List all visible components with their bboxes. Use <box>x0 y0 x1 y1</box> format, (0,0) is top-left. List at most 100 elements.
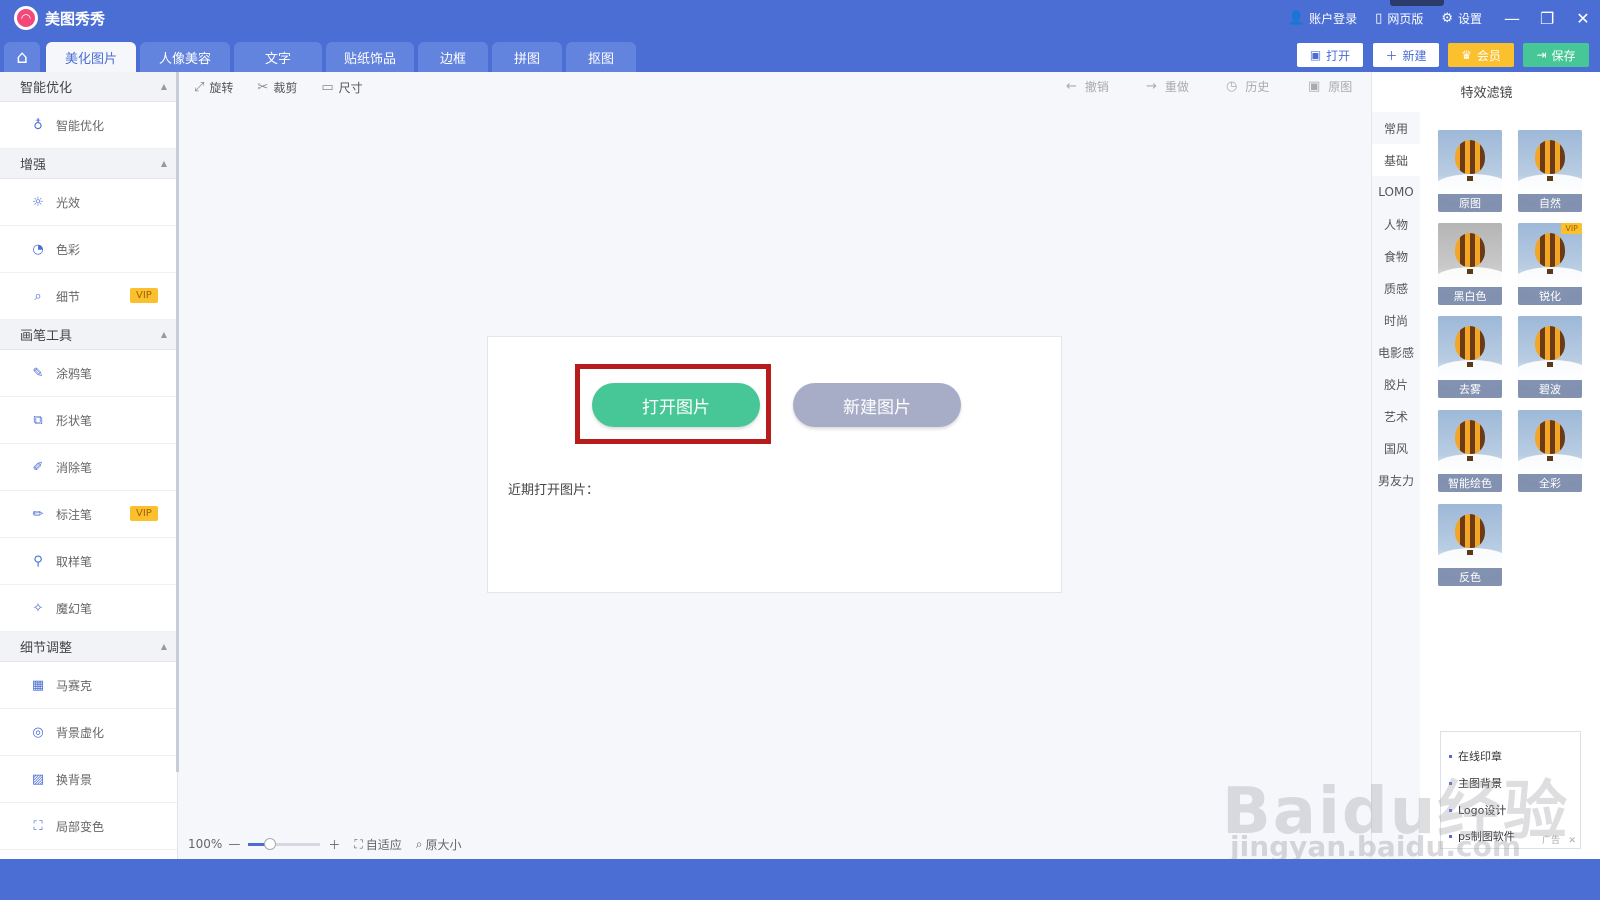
bottom-bar <box>0 859 1600 900</box>
open-button[interactable]: ▣ 打开 <box>1297 43 1363 67</box>
new-image-button[interactable]: 新建图片 <box>793 383 961 427</box>
save-button[interactable]: ⇥ 保存 <box>1523 43 1589 67</box>
filter-thumbnail[interactable]: 智能绘色 <box>1438 410 1502 492</box>
sidebar-item-recolor[interactable]: ⛶ 局部变色 <box>0 803 177 850</box>
close-button[interactable]: ✕ <box>1576 9 1590 28</box>
section-header-enhance[interactable]: 增强 ▲ <box>0 149 177 179</box>
gear-icon: ⚙ <box>1441 10 1453 26</box>
filter-thumbnail[interactable]: 原图 <box>1438 130 1502 212</box>
tab-collage[interactable]: 拼图 <box>492 42 562 72</box>
filter-thumbnail[interactable]: 碧波 <box>1518 316 1582 398</box>
balloon-image <box>1535 140 1565 174</box>
sidebar-item-blur[interactable]: ◎ 背景虚化 <box>0 709 177 756</box>
balloon-image <box>1535 233 1565 267</box>
tab-beautify[interactable]: 美化图片 <box>46 42 136 72</box>
mosaic-icon: ▦ <box>31 677 45 693</box>
sidebar-item-detail[interactable]: ⌕ 细节 VIP <box>0 273 177 320</box>
size-button[interactable]: ▭ 尺寸 <box>321 79 362 96</box>
sidebar-item-doodle[interactable]: ✎ 涂鸦笔 <box>0 350 177 397</box>
filter-category[interactable]: 艺术 <box>1372 400 1420 432</box>
sidebar-item-shape[interactable]: ⧉ 形状笔 <box>0 397 177 444</box>
sidebar-item-light[interactable]: ☼ 光效 <box>0 179 177 226</box>
filter-thumbnail[interactable]: 全彩 <box>1518 410 1582 492</box>
palette-icon: ◔ <box>32 241 44 257</box>
sidebar-item-eraser[interactable]: ✐ 消除笔 <box>0 444 177 491</box>
history-button[interactable]: ◷ 历史 <box>1226 78 1269 95</box>
undo-button[interactable]: ← 撤销 <box>1066 78 1109 95</box>
filter-category[interactable]: 时尚 <box>1372 304 1420 336</box>
sidebar-scrollbar[interactable] <box>176 72 179 772</box>
edit-toolbar: ⤢ 旋转 ✂ 裁剪 ▭ 尺寸 ← 撤销 → 重做 ◷ 历史 ▣ 原图 <box>180 72 1370 102</box>
filter-category[interactable]: 男友力 <box>1372 464 1420 496</box>
magnifier-icon: ⌕ <box>34 288 42 304</box>
background-icon: ▨ <box>31 771 45 787</box>
filter-category[interactable]: 国风 <box>1372 432 1420 464</box>
filter-thumbnail[interactable]: VIP 锐化 <box>1518 223 1582 305</box>
section-header-detail-adjust[interactable]: 细节调整 ▲ <box>0 632 177 662</box>
plus-icon: ＋ <box>1385 48 1398 63</box>
ad-close-icon[interactable]: ✕ <box>1568 836 1576 846</box>
maximize-button[interactable]: ❐ <box>1540 9 1554 28</box>
zoom-slider[interactable] <box>248 837 321 850</box>
magic-wand-icon: ✧ <box>32 600 44 616</box>
vip-badge: VIP <box>130 506 158 521</box>
section-header-smart[interactable]: 智能优化 ▲ <box>0 72 177 102</box>
dropper-icon: ⚲ <box>33 553 43 569</box>
sidebar-item-marker[interactable]: ✏ 标注笔 VIP <box>0 491 177 538</box>
fit-button[interactable]: ⛶ 自适应 <box>354 836 401 853</box>
balloon-image <box>1455 233 1485 267</box>
recent-images-label: 近期打开图片： <box>508 483 600 498</box>
shape-icon: ⧉ <box>33 412 43 428</box>
tab-text[interactable]: 文字 <box>234 42 322 72</box>
web-version-button[interactable]: ▯ 网页版 <box>1375 10 1423 27</box>
balloon-image <box>1535 326 1565 360</box>
filter-category[interactable]: 常用 <box>1372 112 1420 144</box>
filter-category[interactable]: 人物 <box>1372 208 1420 240</box>
tab-portrait[interactable]: 人像美容 <box>140 42 230 72</box>
sidebar-item-smart-optimize[interactable]: ♁ 智能优化 <box>0 102 177 149</box>
home-tab[interactable]: ⌂ <box>4 42 40 72</box>
filter-thumbnail[interactable]: 去雾 <box>1438 316 1502 398</box>
minimize-button[interactable]: — <box>1504 9 1520 28</box>
sidebar-item-mosaic[interactable]: ▦ 马赛克 <box>0 662 177 709</box>
filter-category-active[interactable]: 基础 <box>1372 144 1420 176</box>
redo-button[interactable]: → 重做 <box>1146 78 1189 95</box>
rotate-icon: ⤢ <box>194 79 205 95</box>
tab-cutout[interactable]: 抠图 <box>566 42 636 72</box>
vip-badge: VIP <box>1561 223 1582 234</box>
actual-size-button[interactable]: ⌕ 原大小 <box>416 836 462 853</box>
filter-thumbnail[interactable]: 反色 <box>1438 504 1502 586</box>
sidebar-item-color[interactable]: ◔ 色彩 <box>0 226 177 273</box>
zoom-in-button[interactable]: ＋ <box>328 836 340 853</box>
section-header-brush[interactable]: 画笔工具 ▲ <box>0 320 177 350</box>
filter-category[interactable]: 胶片 <box>1372 368 1420 400</box>
sidebar-item-sampler[interactable]: ⚲ 取样笔 <box>0 538 177 585</box>
slider-handle[interactable] <box>264 837 277 850</box>
member-button[interactable]: ♛ 会员 <box>1448 43 1514 67</box>
filter-thumbnail[interactable]: 自然 <box>1518 130 1582 212</box>
filter-categories: 常用 基础 LOMO 人物 食物 质感 时尚 电影感 胶片 艺术 国风 男友力 <box>1372 112 1420 859</box>
home-icon: ⌂ <box>16 46 28 68</box>
account-login-button[interactable]: 👤 账户登录 <box>1288 10 1357 27</box>
crown-icon: ♛ <box>1461 48 1472 62</box>
sidebar-item-magic[interactable]: ✧ 魔幻笔 <box>0 585 177 632</box>
sidebar-item-background[interactable]: ▨ 换背景 <box>0 756 177 803</box>
original-button[interactable]: ▣ 原图 <box>1308 78 1352 95</box>
sun-icon: ☼ <box>32 194 44 210</box>
tab-stickers[interactable]: 贴纸饰品 <box>326 42 414 72</box>
filter-category[interactable]: LOMO <box>1372 176 1420 208</box>
balloon-image <box>1535 420 1565 454</box>
filter-category[interactable]: 食物 <box>1372 240 1420 272</box>
new-button[interactable]: ＋新建 <box>1373 43 1439 67</box>
open-image-button[interactable]: 打开图片 <box>592 383 760 427</box>
tab-border[interactable]: 边框 <box>418 42 488 72</box>
filter-thumbnail[interactable]: 黑白色 <box>1438 223 1502 305</box>
zoom-out-button[interactable]: — <box>228 837 240 851</box>
settings-button[interactable]: ⚙ 设置 <box>1441 10 1482 27</box>
title-bar: ◠ 美图秀秀 👤 账户登录 ▯ 网页版 ⚙ 设置 — ❐ ✕ <box>0 0 1600 36</box>
crop-button[interactable]: ✂ 裁剪 <box>257 79 297 96</box>
rotate-button[interactable]: ⤢ 旋转 <box>194 79 233 96</box>
filter-category[interactable]: 质感 <box>1372 272 1420 304</box>
filter-category[interactable]: 电影感 <box>1372 336 1420 368</box>
balloon-image <box>1455 514 1485 548</box>
